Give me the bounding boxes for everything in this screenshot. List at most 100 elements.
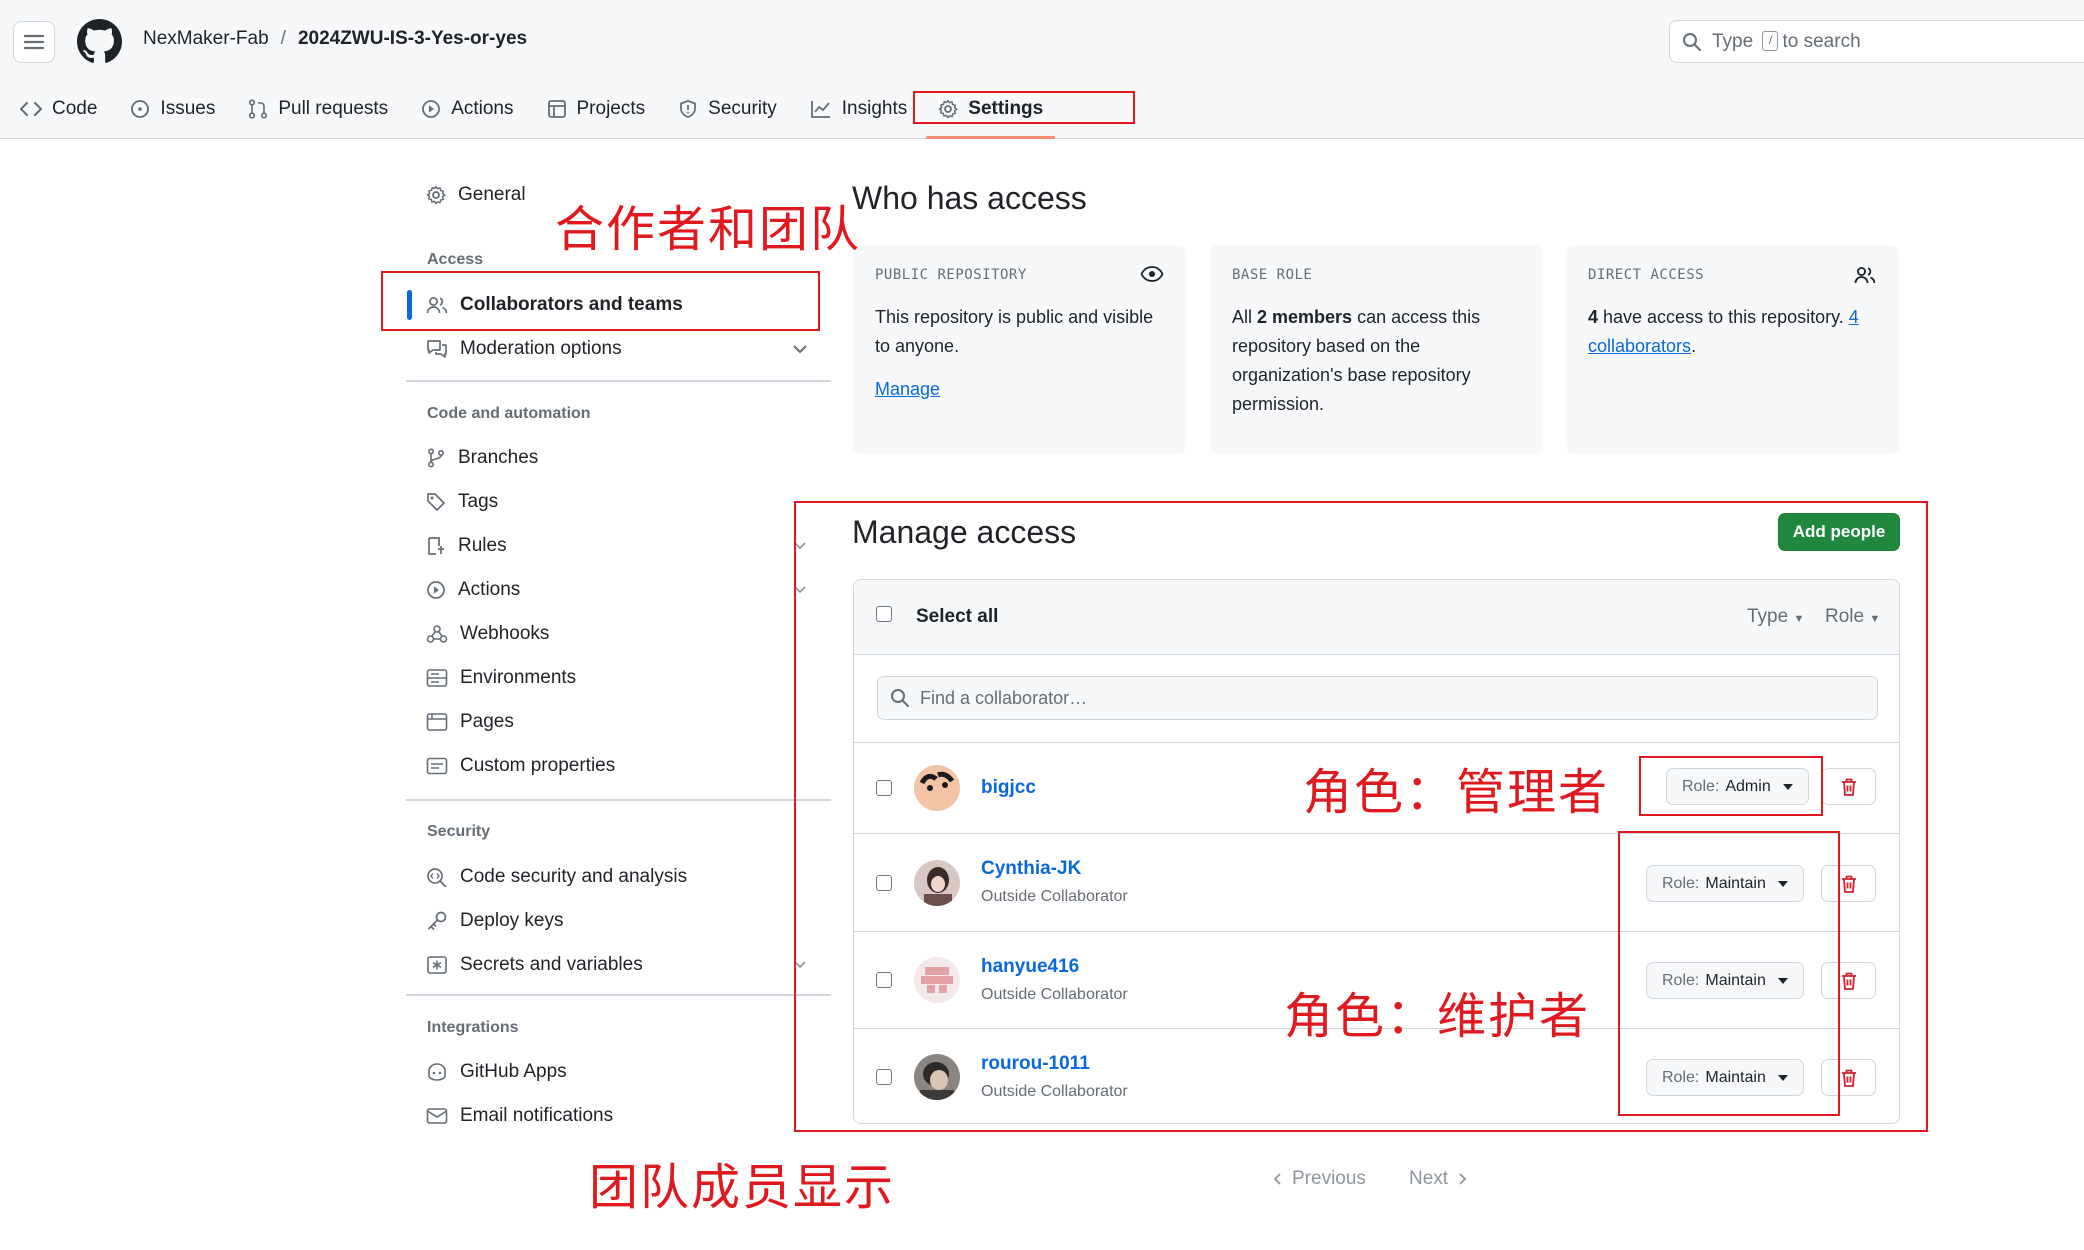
tab-actions-label: Actions <box>451 98 514 119</box>
branch-icon <box>427 448 445 468</box>
tab-issues[interactable]: Issues <box>130 92 215 126</box>
tab-code-label: Code <box>52 98 98 119</box>
tab-pull-requests-label: Pull requests <box>278 98 389 119</box>
asterisk-icon <box>427 956 447 974</box>
base-role-card: BASE ROLE All 2 members can access this … <box>1210 245 1543 454</box>
search-input[interactable]: Type / to search <box>1669 20 2084 63</box>
sidebar-item-moderation[interactable]: Moderation options <box>426 334 622 364</box>
menu-button[interactable] <box>13 21 55 63</box>
sidebar-item-label: Deploy keys <box>460 910 564 931</box>
sidebar-item-github-apps[interactable]: GitHub Apps <box>426 1057 567 1087</box>
codescan-icon <box>427 868 447 887</box>
sidebar-item-label: Tags <box>458 491 499 512</box>
sidebar-item-webhooks[interactable]: Webhooks <box>426 619 549 649</box>
sidebar-item-general[interactable]: General <box>426 180 526 210</box>
sidebar-divider <box>406 799 831 801</box>
breadcrumb-separator: / <box>280 28 286 49</box>
annotation-box-settings <box>913 91 1135 124</box>
annotation-label-collaborators: 合作者和团队 <box>555 201 862 258</box>
webhook-icon <box>426 625 448 643</box>
sidebar-item-label: Moderation options <box>460 338 622 359</box>
sidebar-item-branches[interactable]: Branches <box>426 443 538 473</box>
sidebar-item-environments[interactable]: Environments <box>426 663 576 693</box>
card-text: This repository is public and visible to… <box>875 307 1154 356</box>
copilot-icon <box>428 1063 446 1081</box>
search-icon <box>1683 32 1701 51</box>
sidebar-item-label: Custom properties <box>460 755 616 776</box>
direct-access-card: DIRECT ACCESS 4 have access to this repo… <box>1566 245 1899 454</box>
card-text: All 2 members can access this repository… <box>1232 307 1481 414</box>
sidebar-item-label: Code security and analysis <box>460 866 688 887</box>
chevron-down-icon[interactable] <box>792 343 808 355</box>
code-icon <box>20 102 42 116</box>
sidebar-item-label: GitHub Apps <box>460 1061 567 1082</box>
sidebar-heading-code: Code and automation <box>427 405 591 422</box>
sidebar-item-label: Secrets and variables <box>460 954 643 975</box>
tab-actions[interactable]: Actions <box>421 92 514 126</box>
sidebar-item-tags[interactable]: Tags <box>426 487 498 517</box>
hamburger-icon <box>24 34 44 50</box>
sidebar-item-actions[interactable]: Actions <box>426 575 520 605</box>
card-text: 4 have access to this repository. 4 coll… <box>1588 307 1859 356</box>
next-page-button[interactable]: Next <box>1409 1168 1468 1190</box>
sidebar-heading-access: Access <box>427 251 484 268</box>
manage-link[interactable]: Manage <box>875 379 940 399</box>
sidebar-item-label: Branches <box>458 447 539 468</box>
pull-request-icon <box>249 99 268 119</box>
table-icon <box>547 100 566 118</box>
annotation-box-collaborators <box>381 271 820 331</box>
mail-icon <box>426 1108 448 1124</box>
annotation-label-team-display: 团队成员显示 <box>589 1159 896 1216</box>
tab-projects[interactable]: Projects <box>547 92 645 126</box>
sidebar-item-secrets[interactable]: Secrets and variables <box>426 950 643 980</box>
sidebar-item-code-security[interactable]: Code security and analysis <box>426 862 687 892</box>
sidebar-item-label: General <box>458 184 526 205</box>
sidebar-item-rules[interactable]: Rules <box>426 531 507 561</box>
eye-icon <box>1140 266 1164 282</box>
annotation-label-admin: 角色：管理者 <box>1303 764 1610 821</box>
issue-icon <box>131 100 150 118</box>
sidebar-item-label: Environments <box>460 667 577 688</box>
chevron-left-icon <box>1273 1173 1281 1185</box>
chevron-right-icon <box>1459 1173 1467 1185</box>
card-label: DIRECT ACCESS <box>1588 267 1705 283</box>
browser-icon <box>426 713 448 731</box>
graph-icon <box>810 101 830 118</box>
sidebar-heading-security: Security <box>427 823 491 840</box>
tab-security-label: Security <box>708 98 777 119</box>
tab-security[interactable]: Security <box>678 92 777 126</box>
tab-issues-label: Issues <box>160 98 216 119</box>
tab-insights-label: Insights <box>841 98 908 119</box>
sidebar-item-pages[interactable]: Pages <box>426 707 514 737</box>
tag-icon <box>427 493 445 511</box>
sidebar-divider <box>406 380 831 382</box>
sidebar-divider <box>406 994 831 996</box>
annotation-label-maintain: 角色：维护者 <box>1284 988 1591 1045</box>
sidebar-item-label: Rules <box>458 535 507 556</box>
people-icon <box>1854 267 1876 284</box>
breadcrumb-owner[interactable]: NexMaker-Fab <box>143 28 269 50</box>
github-logo-icon[interactable] <box>77 19 122 64</box>
who-has-access-title: Who has access <box>852 180 1087 216</box>
play-icon <box>427 581 445 599</box>
sidebar-item-label: Actions <box>458 579 521 600</box>
tab-pull-requests[interactable]: Pull requests <box>248 92 388 126</box>
server-icon <box>426 669 448 687</box>
sidebar-item-deploy-keys[interactable]: Deploy keys <box>426 906 564 936</box>
sidebar-item-label: Webhooks <box>460 623 550 644</box>
rules-icon <box>428 537 444 555</box>
previous-page-button[interactable]: Previous <box>1272 1168 1366 1190</box>
play-icon <box>422 100 441 118</box>
tab-insights[interactable]: Insights <box>810 92 907 126</box>
tab-code[interactable]: Code <box>20 92 97 126</box>
gear-icon <box>426 185 446 205</box>
annotation-box-admin-role <box>1639 756 1823 816</box>
key-icon <box>428 911 447 930</box>
note-icon <box>426 757 448 775</box>
sidebar-item-custom-properties[interactable]: Custom properties <box>426 751 615 781</box>
sidebar-item-label: Email notifications <box>460 1105 614 1126</box>
public-repository-card: PUBLIC REPOSITORY This repository is pub… <box>853 245 1186 454</box>
sidebar-item-email-notifications[interactable]: Email notifications <box>426 1101 613 1131</box>
breadcrumb-repo[interactable]: 2024ZWU-IS-3-Yes-or-yes <box>298 28 527 50</box>
card-label: BASE ROLE <box>1232 267 1313 283</box>
